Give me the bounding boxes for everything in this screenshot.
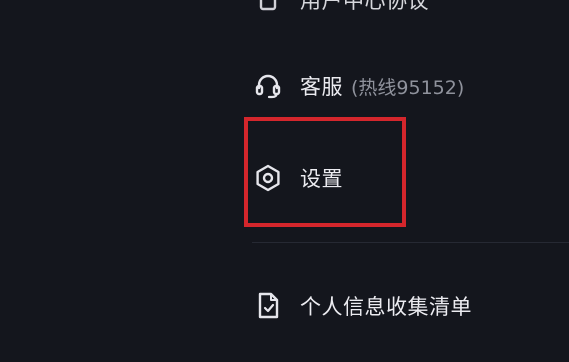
menu-divider [252,242,569,243]
customer-service-label: 客服 [300,75,343,99]
document-icon [252,290,284,322]
headset-icon [252,70,284,102]
side-menu-panel: 用户中心协议 客服 (热线95152) 设置 个人信息收集清单 [0,0,569,362]
menu-item-customer-service[interactable]: 客服 (热线95152) [252,68,569,104]
menu-item-top-label: 用户中心协议 [300,0,429,13]
settings-highlight-box [244,117,406,227]
personal-info-list-label: 个人信息收集清单 [300,295,472,319]
partial-icon [252,0,284,16]
menu-item-personal-info-list[interactable]: 个人信息收集清单 [252,288,569,324]
menu-item-top-partial[interactable]: 用户中心协议 [252,0,569,16]
hotline-number: (热线95152) [351,76,465,99]
